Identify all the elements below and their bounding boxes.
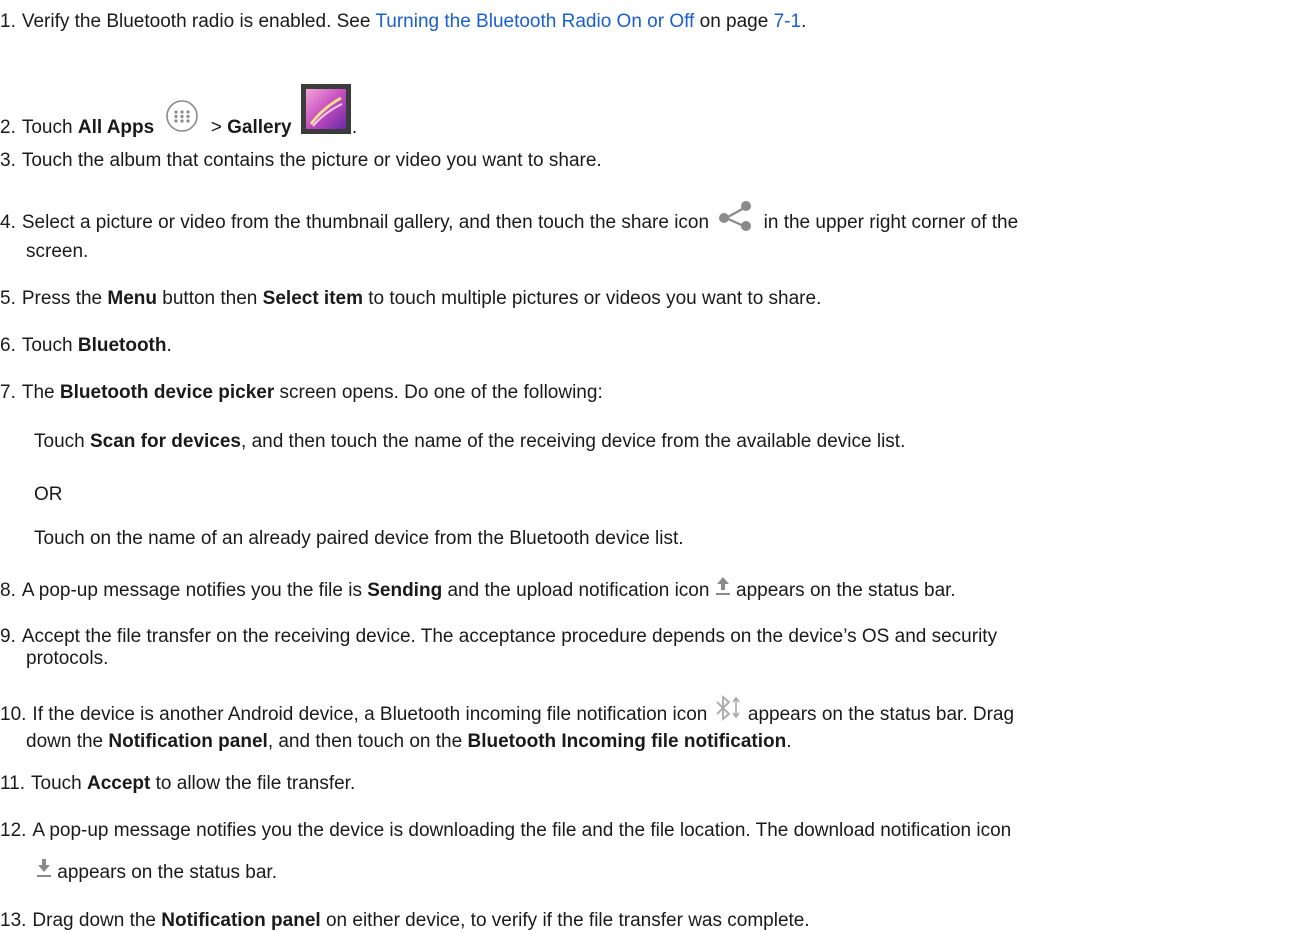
download-notification-icon [36,858,52,884]
step-text: Touch the album that contains the pictur… [21,150,602,171]
step-8: 8. A pop-up message notifies you the file… [0,576,1308,604]
step-text: Select a picture or video from the thumb… [21,212,715,234]
step-text: , and then touch on the [267,731,468,752]
step-text: . [166,335,172,356]
step-text: down the [26,731,109,752]
sending-label: Sending [367,580,443,602]
step-text: . [801,11,807,32]
step-text: . [351,117,358,139]
step-2: 2. Touch All Apps > Gallery . [0,84,1308,156]
step-10: 10. If the device is another Android devi… [0,695,1308,753]
step-number: 4. [0,212,16,234]
step-number: 10. [0,704,27,726]
gallery-app-icon [300,84,351,140]
or-text: OR [34,484,63,505]
step-text: , and then touch the name of the receivi… [241,431,906,452]
step-number: 2. [0,117,16,139]
bluetooth-incoming-icon [713,695,743,727]
step-text: in the upper right corner of the [758,212,1019,234]
link-turning-bluetooth-on-off[interactable]: Turning the Bluetooth Radio On or Off [375,11,694,32]
step-text: to touch multiple pictures or videos you… [363,288,822,309]
step-number: 13. [0,910,27,931]
step-text: The [21,382,60,403]
step-number: 6. [0,335,16,356]
step-text: Drag down the [32,910,162,931]
link-page-7-1[interactable]: 7-1 [774,11,801,32]
step-1: 1. Verify the Bluetooth radio is enabled.… [0,11,1308,33]
step-text: A pop-up message notifies you the file i… [21,580,368,602]
bluetooth-device-picker-label: Bluetooth device picker [59,382,275,403]
step-text: appears on the status bar. Drag [742,704,1015,726]
step-number: 3. [0,150,16,171]
bluetooth-incoming-file-notification-label: Bluetooth Incoming file notification [467,731,787,752]
step-number: 7. [0,382,16,403]
step-text: Touch [31,773,87,794]
step-12: 12. A pop-up message notifies you the dev… [0,820,1308,842]
step-9: 9. Accept the file transfer on the receiv… [0,626,1308,670]
step-text: and the upload notification icon [442,580,715,602]
step-text: to allow the file transfer. [150,773,356,794]
step-text: on either device, to verify if the file … [320,910,810,931]
step-3: 3. Touch the album that contains the pict… [0,150,1308,172]
notification-panel-label: Notification panel [108,731,268,752]
step-text: A pop-up message notifies you the device… [32,820,1012,841]
step-number: 12. [0,820,27,841]
step-12-continued: appears on the status bar. [36,858,277,886]
step-7-option-paired: Touch on the name of an already paired d… [34,528,684,550]
step-text: > [205,117,228,139]
step-text: appears on the status bar. [52,862,277,884]
step-text: Touch on the name of an already paired d… [34,528,684,549]
step-text: screen opens. Do one of the following: [274,382,603,403]
step-13: 13. Drag down the Notification panel on e… [0,910,1308,932]
step-text-continued: protocols. [26,648,109,669]
bluetooth-label: Bluetooth [77,335,167,356]
step-text: on page [694,11,774,32]
step-text: Touch [21,117,78,139]
upload-notification-icon [715,576,731,602]
step-5: 5. Press the Menu button then Select item… [0,288,1308,310]
step-number: 5. [0,288,16,309]
step-text: Verify the Bluetooth radio is enabled. S… [21,11,376,32]
share-icon [717,201,755,237]
step-text: Accept the file transfer on the receivin… [21,626,998,647]
menu-label: Menu [107,288,158,309]
step-number: 11. [0,773,26,794]
notification-panel-label: Notification panel [161,910,321,931]
select-item-label: Select item [262,288,363,309]
step-text: If the device is another Android device,… [32,704,713,726]
step-7-or: OR [34,484,63,506]
all-apps-label: All Apps [77,117,155,139]
step-text: Touch [21,335,78,356]
step-number: 1. [0,11,16,32]
step-number: 8. [0,580,16,602]
step-text: appears on the status bar. [730,580,956,602]
step-text: button then [157,288,263,309]
step-text: Press the [21,288,108,309]
scan-for-devices-label: Scan for devices [89,431,242,452]
step-text-continued: screen. [26,241,89,262]
accept-label: Accept [87,773,151,794]
step-text: . [786,731,792,752]
step-number: 9. [0,626,16,647]
step-7-option-scan: Touch Scan for devices, and then touch t… [34,431,905,453]
step-6: 6. Touch Bluetooth. [0,335,1308,357]
step-11: 11. Touch Accept to allow the file transf… [0,773,1308,795]
step-4: 4. Select a picture or video from the thu… [0,201,1308,263]
all-apps-icon [165,99,199,139]
step-7: 7. The Bluetooth device picker screen ope… [0,382,1308,404]
gallery-label: Gallery [227,117,292,139]
step-text: Touch [34,431,90,452]
